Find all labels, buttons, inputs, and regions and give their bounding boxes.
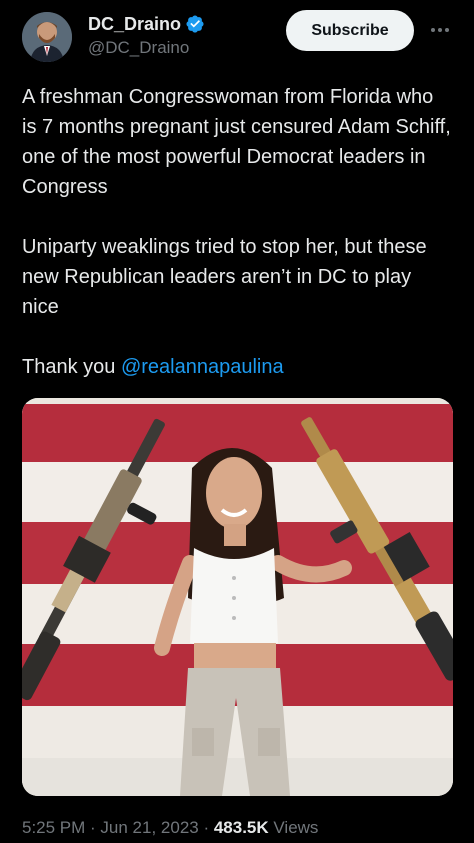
author-name-row[interactable]: DC_Draino	[88, 12, 205, 36]
more-options-icon[interactable]	[428, 18, 452, 42]
tweet-meta: 5:25 PM · Jun 21, 2023 · 483.5K Views	[22, 818, 318, 838]
tweet-date[interactable]: Jun 21, 2023	[100, 818, 198, 837]
tweet-paragraph-2: Uniparty weaklings tried to stop her, bu…	[22, 236, 427, 318]
photo-illustration	[22, 398, 453, 796]
tweet-paragraph-3: Thank you @realannapaulina	[22, 352, 452, 382]
thanks-text: Thank you	[22, 356, 121, 378]
author-block[interactable]: DC_Draino @DC_Draino	[88, 12, 205, 58]
views-label: Views	[268, 818, 319, 837]
tweet-paragraph-1: A freshman Congresswoman from Florida wh…	[22, 86, 451, 198]
tweet-header: DC_Draino @DC_Draino Subscribe	[0, 0, 474, 70]
mention-link[interactable]: @realannapaulina	[121, 356, 284, 378]
author-display-name[interactable]: DC_Draino	[88, 14, 181, 35]
tweet-time[interactable]: 5:25 PM	[22, 818, 85, 837]
avatar[interactable]	[22, 12, 72, 62]
subscribe-button[interactable]: Subscribe	[286, 10, 414, 51]
verified-badge-icon	[185, 14, 205, 34]
views-count: 483.5K	[213, 818, 269, 837]
avatar-image	[22, 12, 72, 62]
tweet-text: A freshman Congresswoman from Florida wh…	[22, 82, 452, 412]
author-handle[interactable]: @DC_Draino	[88, 38, 205, 58]
meta-separator: ·	[85, 818, 101, 837]
meta-separator: ·	[198, 818, 214, 837]
tweet-media-photo[interactable]	[22, 398, 453, 796]
